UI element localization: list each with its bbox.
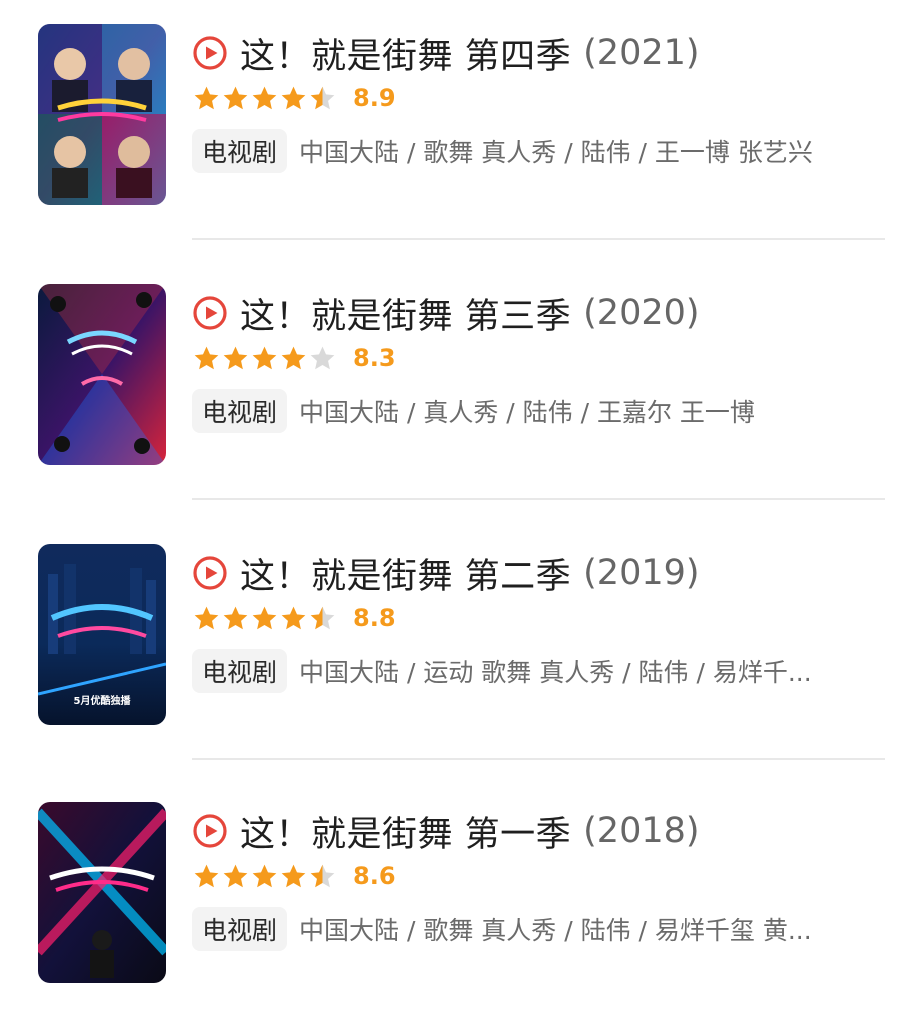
rating-score: 8.3 <box>353 344 396 372</box>
star-icon <box>279 84 308 113</box>
rating-row: 8.3 <box>192 340 396 376</box>
show-year: (2018) <box>583 811 700 851</box>
play-circle-icon[interactable] <box>192 295 228 331</box>
rating-score: 8.8 <box>353 604 396 632</box>
show-title[interactable]: 这！就是街舞 第四季 <box>240 28 571 79</box>
star-rating <box>192 862 337 891</box>
show-year: (2019) <box>583 553 700 593</box>
meta-row: 电视剧 中国大陆 / 歌舞 真人秀 / 陆伟 / 王一博 张艺兴 <box>192 128 892 174</box>
star-icon <box>250 604 279 633</box>
star-icon <box>192 84 221 113</box>
star-icon <box>308 862 337 891</box>
star-icon <box>308 84 337 113</box>
show-title[interactable]: 这！就是街舞 第三季 <box>240 288 571 339</box>
list-item[interactable]: 这！就是街舞 第一季 (2018) 8.6 电视剧 中国大陆 / 歌舞 真人秀 … <box>0 778 921 1018</box>
rating-row: 8.9 <box>192 80 396 116</box>
play-circle-icon[interactable] <box>192 555 228 591</box>
show-title[interactable]: 这！就是街舞 第一季 <box>240 806 571 857</box>
star-icon <box>308 604 337 633</box>
star-icon <box>221 604 250 633</box>
divider <box>192 238 885 240</box>
show-year: (2020) <box>583 293 700 333</box>
meta-row: 电视剧 中国大陆 / 运动 歌舞 真人秀 / 陆伟 / 易烊千... <box>192 648 892 694</box>
meta-info: 中国大陆 / 真人秀 / 陆伟 / 王嘉尔 王一博 <box>299 398 755 427</box>
divider <box>192 758 885 760</box>
star-icon <box>221 84 250 113</box>
play-circle-icon[interactable] <box>192 35 228 71</box>
star-icon <box>192 344 221 373</box>
star-icon <box>279 604 308 633</box>
rating-score: 8.9 <box>353 84 396 112</box>
meta-info: 中国大陆 / 歌舞 真人秀 / 陆伟 / 易烊千玺 黄... <box>299 916 812 945</box>
star-rating <box>192 604 337 633</box>
star-rating <box>192 84 337 113</box>
title-row[interactable]: 这！就是街舞 第四季 (2021) <box>192 28 700 78</box>
poster-image[interactable]: 5月优酷独播 <box>38 544 166 725</box>
show-title[interactable]: 这！就是街舞 第二季 <box>240 548 571 599</box>
star-icon <box>250 862 279 891</box>
show-year: (2021) <box>583 33 700 73</box>
title-row[interactable]: 这！就是街舞 第一季 (2018) <box>192 806 700 856</box>
star-icon <box>279 344 308 373</box>
category-tag: 电视剧 <box>192 129 288 173</box>
rating-row: 8.6 <box>192 858 396 894</box>
star-icon <box>250 344 279 373</box>
meta-row: 电视剧 中国大陆 / 真人秀 / 陆伟 / 王嘉尔 王一博 <box>192 388 892 434</box>
title-row[interactable]: 这！就是街舞 第三季 (2020) <box>192 288 700 338</box>
category-tag: 电视剧 <box>192 907 288 951</box>
poster-image[interactable] <box>38 284 166 465</box>
star-icon <box>221 344 250 373</box>
star-icon <box>192 862 221 891</box>
star-icon <box>279 862 308 891</box>
poster-image[interactable] <box>38 24 166 205</box>
list-item[interactable]: 这！就是街舞 第三季 (2020) 8.3 电视剧 中国大陆 / 真人秀 / 陆… <box>0 260 921 500</box>
poster-image[interactable] <box>38 802 166 983</box>
category-tag: 电视剧 <box>192 649 288 693</box>
star-icon <box>192 604 221 633</box>
list-item[interactable]: 这！就是街舞 第四季 (2021) 8.9 电视剧 中国大陆 / 歌舞 真人秀 … <box>0 0 921 240</box>
poster-caption: 5月优酷独播 <box>74 694 132 707</box>
star-icon <box>308 344 337 373</box>
rating-score: 8.6 <box>353 862 396 890</box>
list-item[interactable]: 5月优酷独播 这！就是街舞 第二季 (2019) 8.8 电视剧 中国大陆 / … <box>0 520 921 760</box>
meta-info: 中国大陆 / 运动 歌舞 真人秀 / 陆伟 / 易烊千... <box>299 658 812 687</box>
title-row[interactable]: 这！就是街舞 第二季 (2019) <box>192 548 700 598</box>
star-icon <box>221 862 250 891</box>
divider <box>192 498 885 500</box>
star-rating <box>192 344 337 373</box>
star-icon <box>250 84 279 113</box>
rating-row: 8.8 <box>192 600 396 636</box>
category-tag: 电视剧 <box>192 389 288 433</box>
meta-row: 电视剧 中国大陆 / 歌舞 真人秀 / 陆伟 / 易烊千玺 黄... <box>192 906 892 952</box>
play-circle-icon[interactable] <box>192 813 228 849</box>
meta-info: 中国大陆 / 歌舞 真人秀 / 陆伟 / 王一博 张艺兴 <box>299 138 813 167</box>
